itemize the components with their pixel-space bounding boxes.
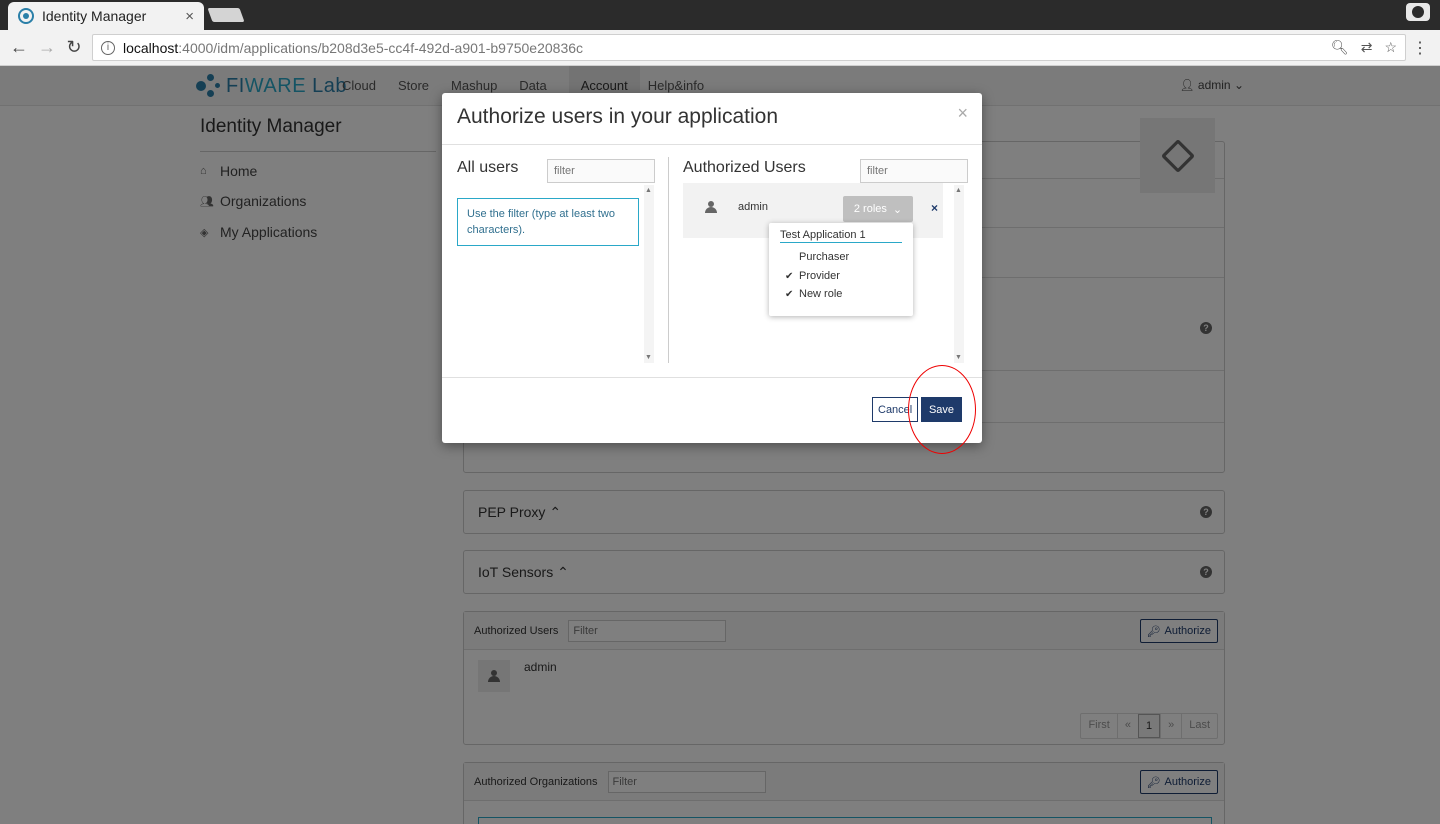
address-bar[interactable]: i localhost:4000/idm/applications/b208d3… (92, 34, 1406, 61)
role-option-provider[interactable]: ✔ Provider (785, 270, 840, 282)
modal-title: Authorize users in your application (457, 105, 779, 128)
all-users-title: All users (457, 159, 519, 176)
browser-tabstrip: Identity Manager × (0, 0, 1440, 30)
fiware-favicon-icon (18, 8, 34, 24)
new-tab-button[interactable] (207, 8, 245, 22)
authorized-users-modal-filter[interactable] (860, 159, 968, 183)
roles-dropdown-menu: Test Application 1 Purchaser ✔ Provider ✔… (769, 223, 913, 316)
back-icon[interactable]: ← (8, 37, 30, 58)
authorized-users-scrollbar[interactable]: ▲ ▼ (954, 185, 964, 363)
url-text: localhost:4000/idm/applications/b208d3e5… (123, 39, 584, 56)
reload-icon[interactable]: ↻ (63, 37, 85, 58)
chevron-down-icon: ⌄ (892, 203, 903, 216)
highlight-annotation-circle (908, 365, 976, 454)
remove-user-icon[interactable]: × (931, 201, 938, 215)
tab-close-icon[interactable]: × (185, 8, 194, 25)
filter-hint: Use the filter (type at least two charac… (457, 198, 639, 246)
check-icon: ✔ (785, 270, 794, 282)
translate-icon[interactable]: ⇄ (1361, 39, 1373, 56)
menu-dots-icon[interactable]: ⋮ (1412, 38, 1428, 58)
info-icon[interactable]: i (101, 40, 115, 55)
forward-icon[interactable]: → (36, 37, 58, 58)
role-option-new-role[interactable]: ✔ New role (785, 288, 842, 300)
role-option-purchaser[interactable]: Purchaser (785, 251, 849, 263)
roles-dropdown-button[interactable]: 2 roles ⌄ (843, 196, 913, 222)
all-users-scrollbar[interactable]: ▲ ▼ (644, 185, 654, 363)
browser-tab[interactable]: Identity Manager × (8, 2, 204, 30)
all-users-filter[interactable] (547, 159, 655, 183)
modal-close-icon[interactable]: × (957, 103, 968, 124)
authorized-user-name: admin (738, 201, 768, 213)
zoom-icon[interactable]: 🔍︎ (1331, 39, 1349, 56)
profile-icon[interactable] (1406, 3, 1430, 21)
user-icon (705, 201, 717, 213)
browser-toolbar: ← → ↻ i localhost:4000/idm/applications/… (0, 30, 1440, 66)
check-icon: ✔ (785, 288, 794, 300)
roles-application-name: Test Application 1 (780, 229, 902, 243)
authorized-users-title: Authorized Users (683, 159, 806, 176)
tab-title: Identity Manager (42, 8, 147, 24)
bookmark-star-icon[interactable]: ☆ (1384, 39, 1397, 56)
